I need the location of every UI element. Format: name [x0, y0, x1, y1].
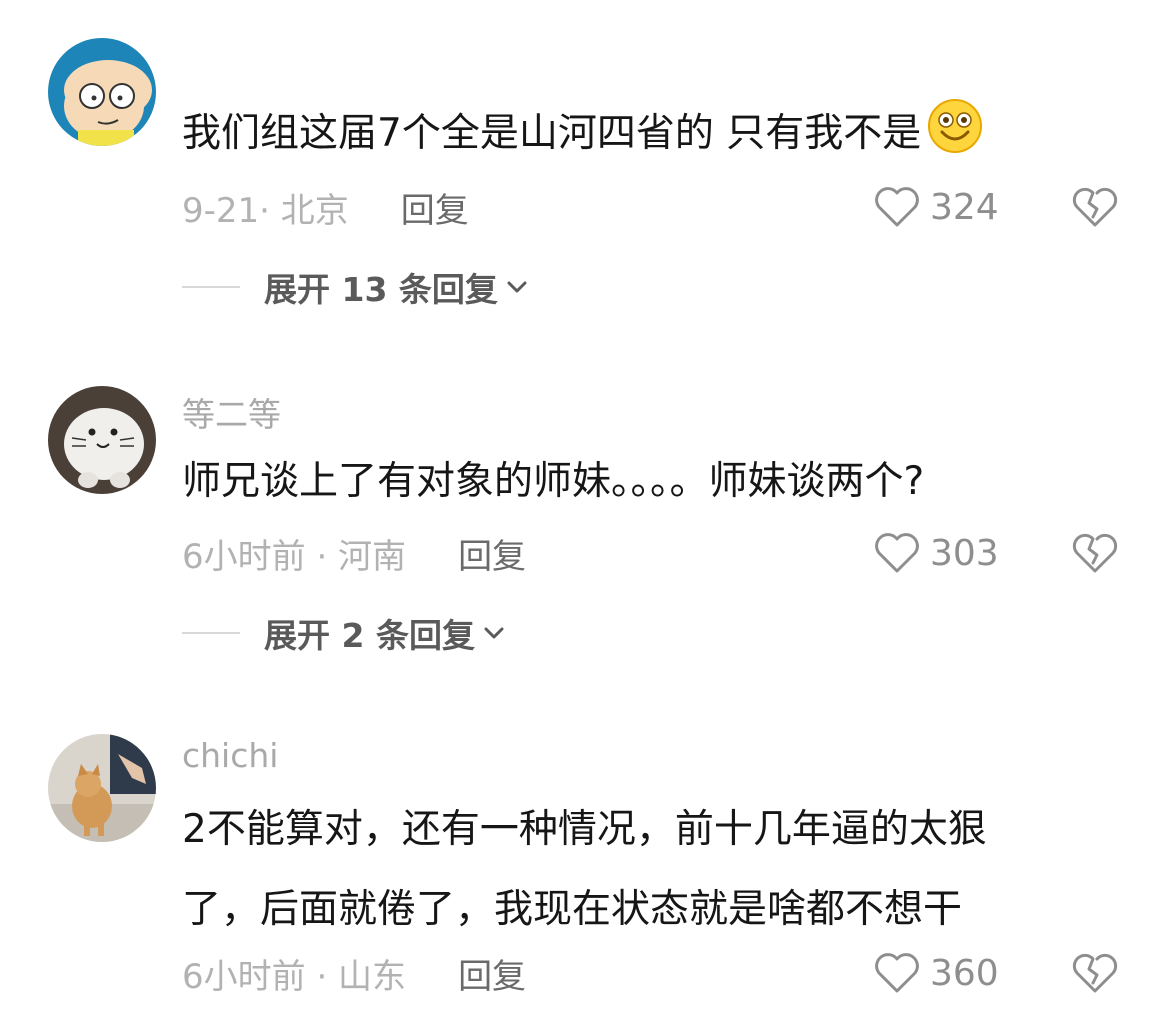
username[interactable]: 等二等 [182, 388, 281, 436]
divider [182, 632, 240, 634]
time-location: 6小时前 · 河南 [182, 536, 407, 577]
comment-meta: 9-21· 北京 回复 [182, 183, 469, 232]
heart-icon [875, 953, 919, 993]
time-location: 9-21· 北京 [182, 190, 349, 231]
comment-text-line: 2不能算对，还有一种情况，前十几年逼的太狠 [182, 807, 987, 852]
like-count: 303 [930, 532, 999, 574]
chevron-down-icon [484, 627, 504, 639]
white-seal-plush-avatar-image [48, 386, 156, 494]
like-button[interactable]: 303 [874, 530, 999, 576]
dog-photo-avatar-image [48, 734, 156, 842]
reply-button[interactable]: 回复 [458, 529, 526, 578]
like-button[interactable]: 360 [874, 950, 999, 996]
avatar[interactable] [48, 38, 156, 146]
comment-text: 我们组这届7个全是山河四省的 只有我不是 [182, 94, 983, 174]
broken-heart-icon [1072, 953, 1118, 993]
expand-replies-button[interactable]: 展开 13 条回复 [182, 264, 528, 310]
like-count: 360 [930, 952, 999, 994]
comment-text: 师兄谈上了有对象的师妹。。。。师妹谈两个? [182, 459, 925, 504]
comment-text-line: 了，后面就倦了，我现在状态就是啥都不想干 [182, 887, 963, 932]
avatar[interactable] [48, 386, 156, 494]
dislike-button[interactable] [1072, 184, 1118, 230]
divider [182, 286, 240, 288]
like-button[interactable]: 324 [874, 184, 999, 230]
reply-button[interactable]: 回复 [458, 949, 526, 998]
dislike-button[interactable] [1072, 530, 1118, 576]
time-location: 6小时前 · 山东 [182, 956, 407, 997]
username[interactable]: chichi [182, 736, 278, 775]
expand-replies-label: 展开 2 条回复 [264, 616, 475, 655]
comment-text: 2不能算对，还有一种情况，前十几年逼的太狠 了，后面就倦了，我现在状态就是啥都不… [182, 790, 987, 950]
dislike-button[interactable] [1072, 950, 1118, 996]
heart-icon [875, 533, 919, 573]
broken-heart-icon [1072, 187, 1118, 227]
expand-replies-button[interactable]: 展开 2 条回复 [182, 610, 505, 656]
expand-replies-label: 展开 13 条回复 [264, 270, 498, 309]
grinning-emoji-icon [927, 98, 983, 154]
avatar[interactable] [48, 734, 156, 842]
heart-icon [875, 187, 919, 227]
reply-button[interactable]: 回复 [401, 183, 469, 232]
cartoon-baby-avatar-image [48, 38, 156, 146]
chevron-down-icon [507, 281, 527, 293]
like-count: 324 [930, 186, 999, 228]
broken-heart-icon [1072, 533, 1118, 573]
comment-meta: 6小时前 · 山东 回复 [182, 949, 526, 998]
comment-meta: 6小时前 · 河南 回复 [182, 529, 526, 578]
